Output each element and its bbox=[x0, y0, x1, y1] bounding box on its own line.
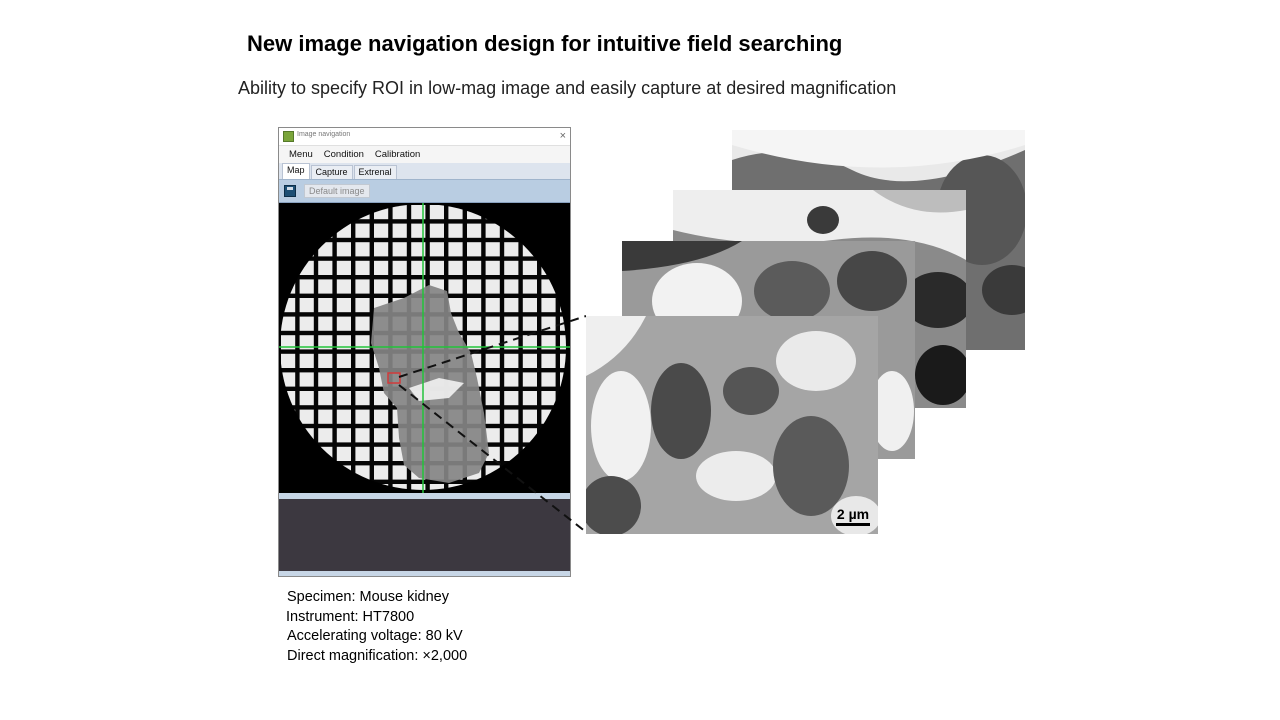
specification-list: Specimen: Mouse kidney Instrument: HT780… bbox=[286, 588, 468, 666]
scale-bar: 2 µm bbox=[836, 506, 870, 526]
spec-voltage: Accelerating voltage: 80 kV bbox=[287, 628, 463, 644]
spec-specimen: Specimen: Mouse kidney bbox=[287, 589, 449, 605]
micrograph-layer-1: 2 µm bbox=[586, 316, 878, 534]
micrograph-image-1 bbox=[586, 316, 878, 534]
scale-bar-label: 2 µm bbox=[836, 506, 870, 522]
spec-magnification: Direct magnification: ×2,000 bbox=[287, 647, 468, 664]
spec-instrument: Instrument: HT7800 bbox=[286, 608, 415, 625]
scale-bar-line bbox=[836, 523, 870, 526]
